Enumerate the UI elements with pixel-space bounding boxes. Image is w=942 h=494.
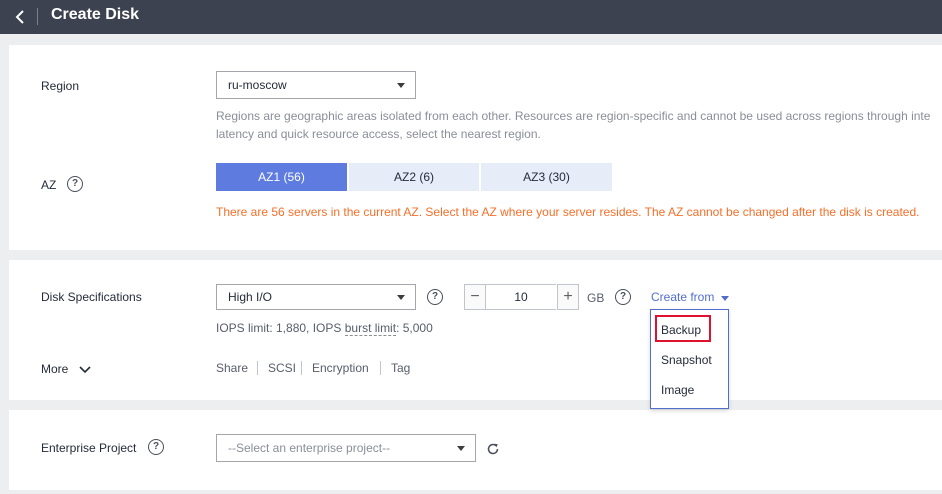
- caret-down-icon: [720, 295, 729, 301]
- size-increment-button[interactable]: +: [557, 284, 579, 310]
- create-from-menu: Backup Snapshot Image: [650, 309, 729, 409]
- tab-scsi[interactable]: SCSI: [268, 361, 296, 375]
- tab-share[interactable]: Share: [216, 361, 248, 375]
- page-title: Create Disk: [51, 6, 140, 23]
- disk-type-value: High I/O: [228, 290, 273, 304]
- tab-tag[interactable]: Tag: [391, 361, 410, 375]
- menu-item-snapshot[interactable]: Snapshot: [661, 353, 712, 367]
- caret-down-icon: [397, 295, 405, 300]
- region-select[interactable]: ru-moscow: [216, 71, 416, 99]
- region-label: Region: [41, 79, 80, 93]
- az-option-3[interactable]: AZ3 (30): [481, 163, 612, 191]
- tab-encryption[interactable]: Encryption: [312, 361, 369, 375]
- region-az-section: Region ru-moscow Regions are geographic …: [9, 45, 942, 250]
- disk-type-select[interactable]: High I/O: [216, 284, 416, 310]
- menu-item-backup[interactable]: Backup: [661, 323, 701, 337]
- iops-suffix: : 5,000: [396, 321, 433, 335]
- az-label: AZ: [41, 178, 57, 192]
- tab-divider: [257, 361, 258, 375]
- chevron-down-icon: [79, 366, 91, 373]
- back-button[interactable]: [10, 6, 32, 28]
- region-hint-line1: Regions are geographic areas isolated fr…: [216, 109, 931, 123]
- tab-divider: [301, 361, 302, 375]
- header-bar: Create Disk: [0, 0, 942, 34]
- az-warning: There are 56 servers in the current AZ. …: [216, 205, 920, 219]
- create-from-label: Create from: [651, 290, 715, 304]
- create-from-dropdown[interactable]: Create from: [651, 290, 730, 304]
- size-decrement-button[interactable]: −: [464, 284, 486, 310]
- disk-size-input[interactable]: 10: [486, 284, 556, 310]
- enterprise-placeholder: --Select an enterprise project--: [228, 441, 391, 455]
- refresh-icon[interactable]: [486, 442, 500, 456]
- enterprise-help-icon[interactable]: ?: [148, 439, 164, 455]
- disk-spec-label: Disk Specifications: [41, 290, 142, 304]
- chevron-left-icon: [15, 10, 24, 24]
- size-help-icon[interactable]: ?: [615, 289, 631, 305]
- iops-info: IOPS limit: 1,880, IOPS burst limit: 5,0…: [216, 319, 433, 337]
- region-hint-line2: latency and quick resource access, selec…: [216, 127, 541, 141]
- menu-item-image[interactable]: Image: [661, 383, 694, 397]
- region-select-value: ru-moscow: [228, 78, 287, 92]
- enterprise-project-section: Enterprise Project ? --Select an enterpr…: [9, 410, 942, 490]
- size-unit: GB: [587, 291, 605, 305]
- more-label: More: [41, 362, 69, 376]
- disk-spec-section: Disk Specifications High I/O ? − 10 + GB…: [9, 260, 942, 400]
- header-divider: [37, 8, 38, 25]
- enterprise-project-select[interactable]: --Select an enterprise project--: [216, 434, 476, 462]
- az-help-icon[interactable]: ?: [67, 176, 83, 192]
- enterprise-project-label: Enterprise Project: [41, 441, 137, 455]
- caret-down-icon: [457, 446, 465, 451]
- az-option-2[interactable]: AZ2 (6): [349, 163, 479, 191]
- burst-limit-term[interactable]: burst limit: [344, 321, 397, 336]
- disk-type-help-icon[interactable]: ?: [427, 289, 443, 305]
- tab-divider: [380, 361, 381, 375]
- caret-down-icon: [397, 83, 405, 88]
- more-toggle[interactable]: More: [41, 362, 92, 376]
- az-option-1[interactable]: AZ1 (56): [216, 163, 347, 191]
- iops-prefix: IOPS limit: 1,880, IOPS: [216, 321, 345, 335]
